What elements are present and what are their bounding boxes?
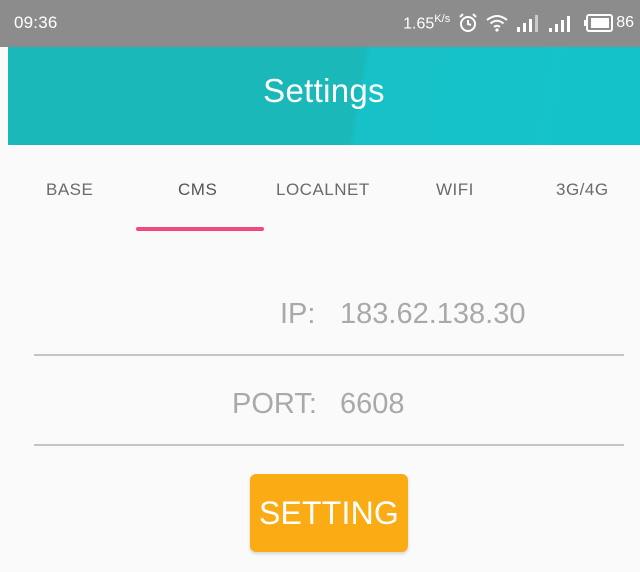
network-speed-unit: K/s — [434, 12, 451, 25]
signal-icon — [548, 13, 576, 33]
tab-base[interactable]: BASE — [46, 180, 93, 200]
settings-screen: 09:36 1.65K/s 86 Settings BASE CMS LOCAL… — [0, 0, 640, 572]
status-icons: 1.65K/s 86 — [403, 10, 634, 36]
battery-indicator: 86 — [584, 14, 634, 32]
ip-underline — [34, 354, 624, 356]
port-input[interactable] — [340, 388, 540, 421]
ip-field-row: IP: — [34, 296, 624, 356]
tab-wifi[interactable]: WIFI — [436, 180, 474, 200]
app-toolbar: Settings — [8, 47, 640, 145]
wifi-icon — [486, 14, 508, 32]
status-time: 09:36 — [14, 13, 58, 32]
setting-button[interactable]: SETTING — [250, 474, 408, 552]
ip-input[interactable] — [340, 298, 600, 331]
alarm-icon — [458, 13, 478, 33]
page-title: Settings — [263, 72, 385, 109]
tab-bar: BASE CMS LOCALNET WIFI 3G/4G — [8, 145, 640, 235]
signal-icon — [516, 13, 540, 33]
active-tab-indicator — [136, 227, 264, 231]
ip-label: IP: — [280, 298, 316, 330]
tab-cms[interactable]: CMS — [178, 180, 217, 200]
tab-3g4g[interactable]: 3G/4G — [556, 180, 609, 200]
network-speed-value: 1.65 — [403, 15, 435, 33]
port-underline — [34, 444, 624, 446]
tab-localnet[interactable]: LOCALNET — [276, 180, 370, 200]
port-field-row: PORT: — [34, 386, 624, 446]
status-bar: 09:36 1.65K/s 86 — [0, 0, 640, 47]
battery-icon — [584, 14, 614, 32]
battery-level: 86 — [616, 14, 634, 31]
port-label: PORT: — [232, 388, 317, 420]
network-speed: 1.65K/s — [403, 13, 450, 33]
